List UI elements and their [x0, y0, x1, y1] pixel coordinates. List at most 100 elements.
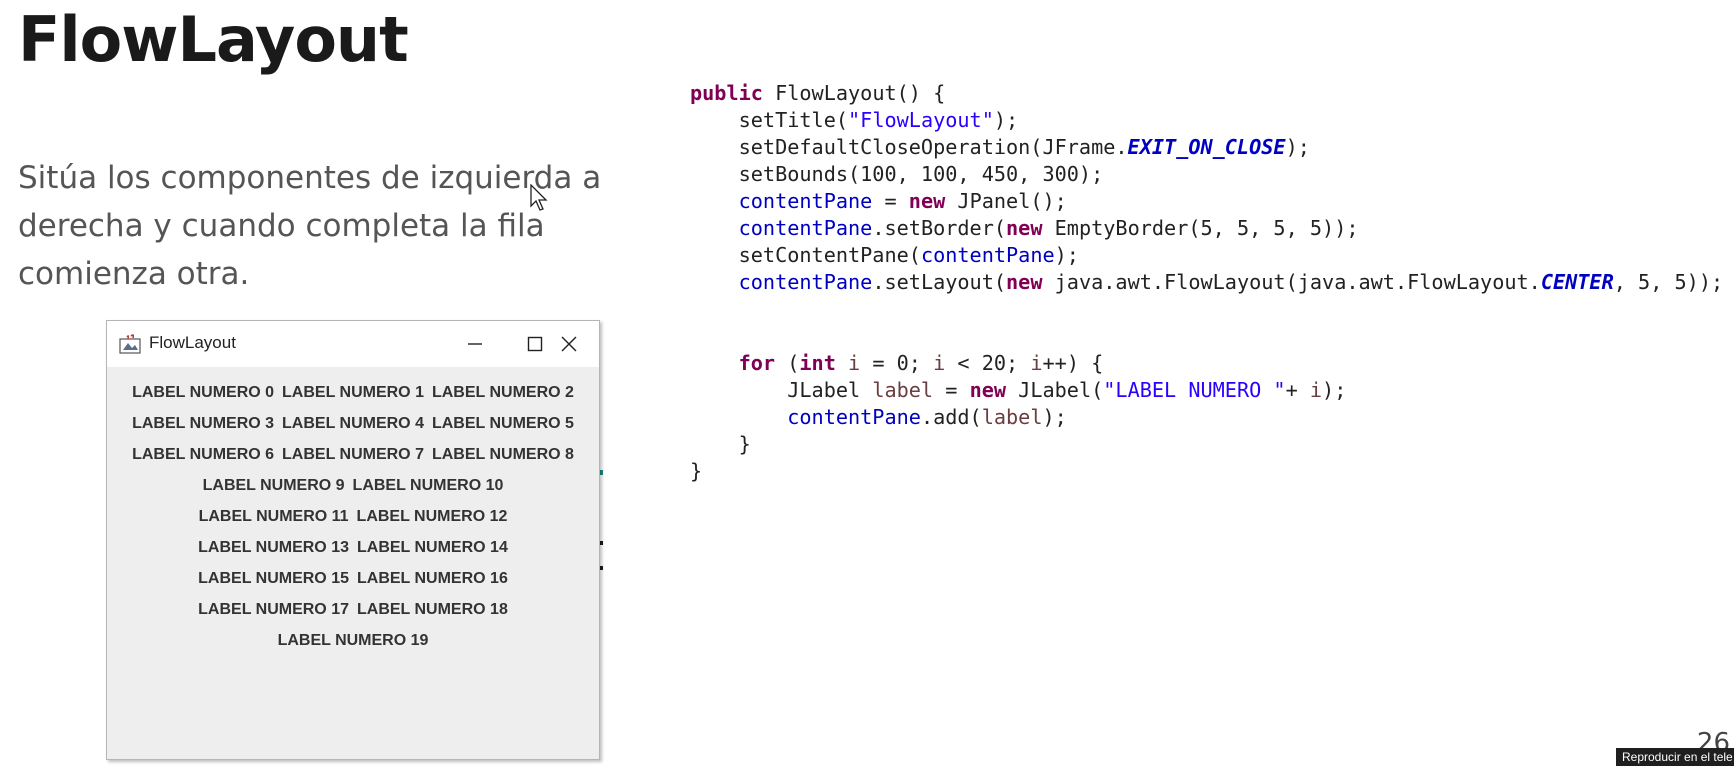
jlabel: LABEL NUMERO 10 — [352, 476, 504, 494]
jlabel: LABEL NUMERO 14 — [357, 538, 508, 556]
minimize-icon — [468, 343, 482, 345]
cast-tooltip: Reproducir en el tele — [1616, 748, 1734, 766]
jlabel: LABEL NUMERO 16 — [357, 569, 508, 587]
description-line: derecha y cuando completa la fila — [18, 208, 545, 244]
jlabel: LABEL NUMERO 0 — [132, 383, 275, 401]
jlabel: LABEL NUMERO 2 — [431, 383, 574, 401]
jlabel: LABEL NUMERO 6 — [132, 445, 275, 463]
code-token: ); — [993, 108, 1019, 132]
window-titlebar[interactable]: FlowLayout — [107, 321, 599, 367]
code-token: FlowLayout() { — [762, 81, 946, 105]
code-token: JLabel — [690, 378, 873, 402]
jlabel: LABEL NUMERO 18 — [357, 600, 508, 618]
code-line: JLabel label = new JLabel("LABEL NUMERO … — [690, 377, 1723, 404]
code-token: } — [690, 459, 703, 483]
code-token: setTitle( — [690, 108, 849, 132]
code-token: , 5, 5)); — [1613, 270, 1724, 294]
code-token: public — [690, 81, 763, 105]
code-token: label — [872, 378, 934, 402]
code-line: setBounds(100, 100, 450, 300); — [690, 161, 1723, 188]
code-token: contentPane — [787, 405, 921, 429]
jlabel: LABEL NUMERO 4 — [282, 414, 424, 432]
close-icon — [561, 336, 577, 352]
slide-description: Sitúa los componentes de izquierda a der… — [18, 154, 602, 298]
code-token: ); — [1322, 378, 1347, 402]
code-line: contentPane = new JPanel(); — [690, 188, 1723, 215]
jlabel: LABEL NUMERO 13 — [198, 538, 349, 556]
label-row: LABEL NUMERO 6 LABEL NUMERO 7 LABEL NUMERO… — [107, 439, 599, 470]
code-token: setDefaultCloseOperation(JFrame. — [690, 135, 1128, 159]
mouse-cursor-icon — [530, 184, 548, 211]
label-row: LABEL NUMERO 0 LABEL NUMERO 1 LABEL NUMERO… — [107, 377, 599, 408]
code-token: i — [933, 351, 946, 375]
code-token: = — [933, 378, 970, 402]
code-line: contentPane.setBorder(new EmptyBorder(5,… — [690, 215, 1723, 242]
jlabel: LABEL NUMERO 9 — [202, 476, 345, 494]
code-line: setTitle("FlowLayout"); — [690, 107, 1723, 134]
jlabel: LABEL NUMERO 19 — [277, 631, 429, 649]
close-button[interactable] — [539, 321, 599, 367]
code-token: EXIT_ON_CLOSE — [1127, 135, 1286, 159]
minimize-button[interactable] — [445, 321, 505, 367]
code-token: CENTER — [1540, 270, 1614, 294]
code-line: setContentPane(contentPane); — [690, 242, 1723, 269]
label-row: LABEL NUMERO 3 LABEL NUMERO 4 LABEL NUMERO… — [107, 408, 599, 439]
code-token: "LABEL NUMERO " — [1103, 378, 1286, 402]
code-token: = — [872, 189, 909, 213]
jlabel: LABEL NUMERO 1 — [282, 383, 424, 401]
code-token: .setBorder( — [872, 216, 1007, 240]
code-token: } — [690, 432, 751, 456]
code-token: contentPane — [920, 243, 1055, 267]
code-token: EmptyBorder(5, 5, 5, 5)); — [1042, 216, 1359, 240]
code-block: public FlowLayout() { setTitle("FlowLayo… — [690, 80, 1723, 485]
code-token: new — [1006, 270, 1043, 294]
code-line: contentPane.add(label); — [690, 404, 1723, 431]
code-token: new — [1006, 216, 1043, 240]
code-token: contentPane — [738, 270, 873, 294]
label-row: LABEL NUMERO 13 LABEL NUMERO 14 — [107, 532, 599, 563]
code-token: .setLayout( — [872, 270, 1007, 294]
jlabel: LABEL NUMERO 8 — [431, 445, 574, 463]
code-token: = 0; — [860, 351, 934, 375]
label-row: LABEL NUMERO 19 — [107, 625, 599, 656]
code-token: int — [799, 351, 836, 375]
jlabel: LABEL NUMERO 11 — [198, 507, 349, 525]
code-token: i — [1030, 351, 1043, 375]
label-row: LABEL NUMERO 11 LABEL NUMERO 12 — [107, 501, 599, 532]
code-token: ( — [775, 351, 800, 375]
description-line: comienza otra. — [18, 256, 250, 292]
jlabel: LABEL NUMERO 5 — [431, 414, 574, 432]
code-token: .add( — [920, 405, 982, 429]
jlabel: LABEL NUMERO 7 — [282, 445, 424, 463]
code-token: i — [1309, 378, 1323, 402]
code-token: contentPane — [738, 189, 873, 213]
jlabel: LABEL NUMERO 12 — [356, 507, 508, 525]
code-token: label — [981, 405, 1043, 429]
code-line: } — [690, 458, 1723, 485]
code-token: "FlowLayout" — [848, 108, 994, 132]
code-line: public FlowLayout() { — [690, 80, 1723, 107]
code-token: i — [848, 351, 861, 375]
flowlayout-window: FlowLayout LABEL NUMERO 0 LABEL NUMERO 1L… — [106, 320, 600, 760]
label-row: LABEL NUMERO 15 LABEL NUMERO 16 — [107, 563, 599, 594]
jlabel: LABEL NUMERO 17 — [198, 600, 349, 618]
code-token: setContentPane( — [690, 243, 921, 267]
code-token: ); — [1054, 243, 1079, 267]
code-line: for (int i = 0; i < 20; i++) { — [690, 350, 1723, 377]
code-token: new — [969, 378, 1007, 402]
window-content: LABEL NUMERO 0 LABEL NUMERO 1 LABEL NUMERO… — [107, 367, 599, 656]
window-title: FlowLayout — [149, 333, 236, 352]
code-token: + — [1285, 378, 1310, 402]
code-token: ); — [1285, 135, 1310, 159]
description-line: Sitúa los componentes de izquierda a — [18, 160, 602, 196]
code-token: JPanel(); — [945, 189, 1067, 213]
code-line: contentPane.setLayout(new java.awt.FlowL… — [690, 269, 1724, 296]
code-token: setBounds(100, 100, 450, 300); — [690, 162, 1104, 186]
